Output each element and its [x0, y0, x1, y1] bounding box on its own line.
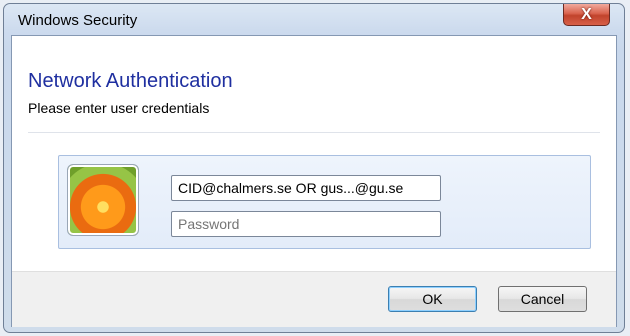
divider	[28, 132, 600, 133]
cancel-button[interactable]: Cancel	[498, 286, 587, 312]
button-bar: OK Cancel	[12, 271, 616, 327]
user-flower-icon	[67, 164, 139, 236]
dialog-content: Network Authentication Please enter user…	[11, 35, 617, 327]
close-button[interactable]: X	[563, 4, 610, 26]
title-bar[interactable]: Windows Security X	[4, 4, 624, 36]
window-title: Windows Security	[18, 12, 138, 29]
subtitle: Please enter user credentials	[28, 100, 210, 116]
password-input[interactable]	[171, 211, 441, 237]
credential-panel	[58, 155, 591, 249]
page-title: Network Authentication	[28, 70, 233, 92]
ok-button[interactable]: OK	[388, 286, 477, 312]
windows-security-dialog: Windows Security X Network Authenticatio…	[3, 3, 625, 333]
close-icon: X	[581, 5, 592, 23]
username-input[interactable]	[171, 175, 441, 201]
